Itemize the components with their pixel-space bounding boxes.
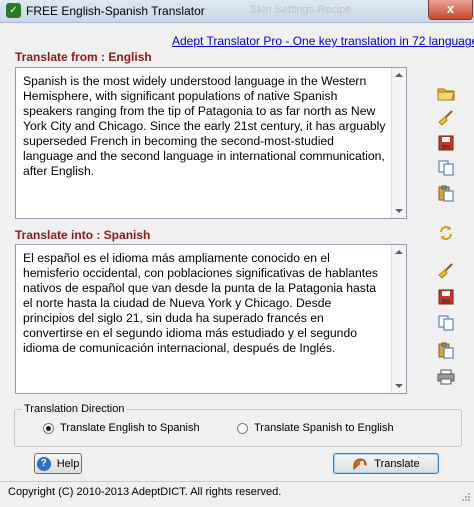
help-button-label: Help <box>56 457 80 470</box>
radio-english-to-spanish[interactable]: Translate English to Spanish <box>43 422 200 434</box>
target-text-area[interactable]: El español es el idioma más ampliamente … <box>15 244 407 394</box>
open-file-button[interactable] <box>435 82 457 104</box>
copy-icon <box>438 315 454 331</box>
paste-target-button[interactable] <box>435 339 457 361</box>
source-text-area[interactable]: Spanish is the most widely understood la… <box>15 67 407 219</box>
copyright-text: Copyright (C) 2010-2013 AdeptDICT. All r… <box>8 486 282 498</box>
copy-icon <box>438 160 454 176</box>
radio-label: Translate English to Spanish <box>60 422 200 434</box>
source-language-label: Translate from : English <box>15 50 152 64</box>
source-text: Spanish is the most widely understood la… <box>23 74 386 178</box>
paste-source-button[interactable] <box>435 182 457 204</box>
help-button[interactable]: ? Help <box>34 453 82 474</box>
source-scrollbar[interactable] <box>391 68 406 218</box>
broom-icon <box>438 263 453 279</box>
radio-label: Translate Spanish to English <box>254 422 394 434</box>
target-language-label: Translate into : Spanish <box>15 228 151 242</box>
save-icon <box>438 135 454 151</box>
swap-icon <box>440 226 452 240</box>
translate-button[interactable]: Translate <box>333 453 439 474</box>
target-text: El español es el idioma más ampliamente … <box>23 251 379 355</box>
close-button[interactable]: x <box>428 0 473 20</box>
open-folder-icon <box>437 88 455 101</box>
app-icon: ✓ <box>6 3 21 18</box>
clear-source-button[interactable] <box>435 107 457 129</box>
print-icon <box>437 369 455 385</box>
title-bar[interactable]: ✓ FREE English-Spanish Translator Skin S… <box>0 0 474 23</box>
broom-icon <box>438 110 453 126</box>
translate-icon <box>353 457 367 470</box>
help-icon: ? <box>36 456 51 471</box>
swap-direction-button[interactable] <box>435 222 457 244</box>
translate-button-label: Translate <box>374 457 420 470</box>
translation-direction-title: Translation Direction <box>22 403 127 415</box>
save-source-button[interactable] <box>435 132 457 154</box>
promo-link[interactable]: Adept Translator Pro - One key translati… <box>172 34 474 48</box>
scroll-down-icon[interactable] <box>395 384 403 388</box>
save-target-button[interactable] <box>435 286 457 308</box>
copy-target-button[interactable] <box>435 312 457 334</box>
save-icon <box>438 289 454 305</box>
radio-selected-icon <box>43 422 54 434</box>
target-scrollbar[interactable] <box>391 245 406 393</box>
paste-icon <box>438 185 454 201</box>
clear-target-button[interactable] <box>435 260 457 282</box>
scroll-up-icon[interactable] <box>395 250 403 254</box>
scroll-down-icon[interactable] <box>395 209 403 213</box>
resize-grip-icon[interactable] <box>461 492 471 502</box>
print-button[interactable] <box>435 366 457 388</box>
window-title: FREE English-Spanish Translator <box>26 4 205 18</box>
title-ghost-text: Skin Settings Recipe <box>250 4 352 16</box>
radio-unselected-icon <box>237 422 248 434</box>
radio-spanish-to-english[interactable]: Translate Spanish to English <box>237 422 394 434</box>
scroll-up-icon[interactable] <box>395 73 403 77</box>
copy-source-button[interactable] <box>435 157 457 179</box>
status-bar: Copyright (C) 2010-2013 AdeptDICT. All r… <box>0 481 474 504</box>
paste-icon <box>438 342 454 358</box>
